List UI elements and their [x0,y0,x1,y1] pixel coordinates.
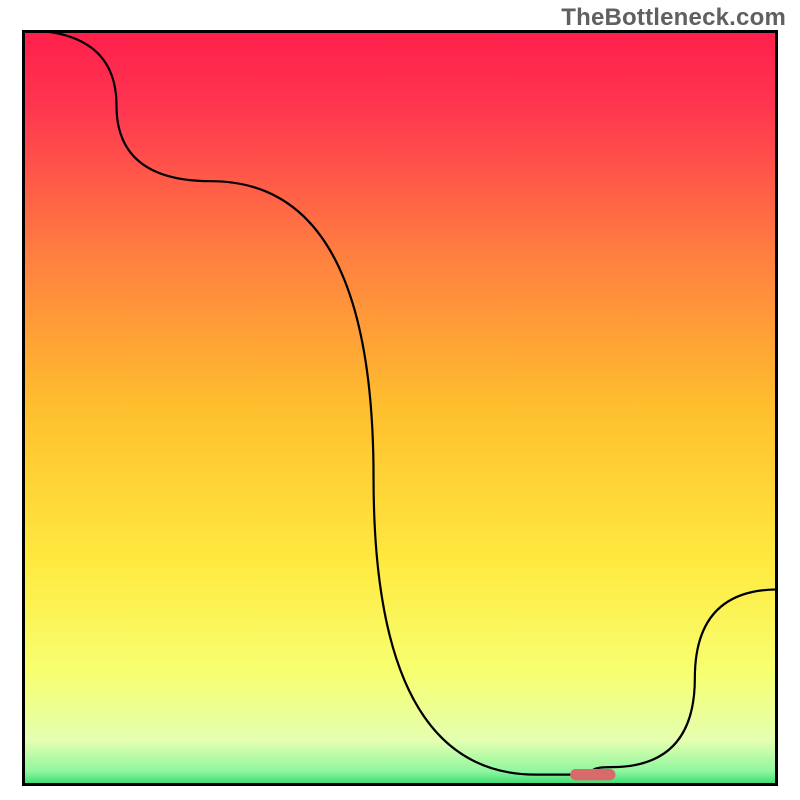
gradient-background [22,30,778,786]
chart-container: TheBottleneck.com [0,0,800,800]
plot-area [22,30,778,786]
chart-svg [22,30,778,786]
watermark-text: TheBottleneck.com [561,4,786,32]
marker-pill [570,769,615,780]
